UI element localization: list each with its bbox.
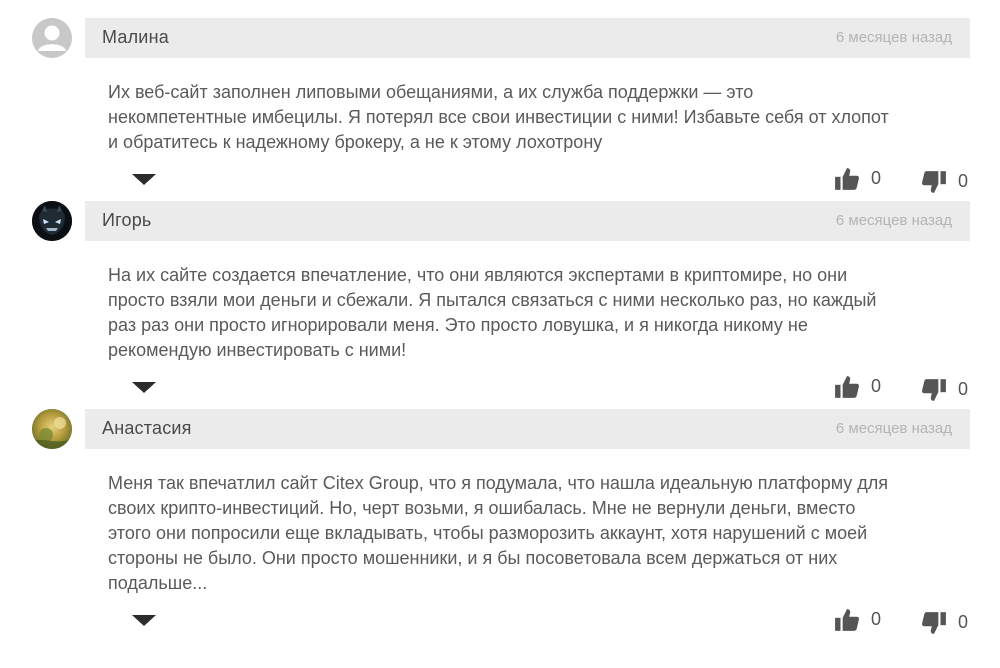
comment-text-line: некомпетентные имбецилы. Я потерял все с… xyxy=(108,107,889,127)
like-button[interactable]: 0 xyxy=(834,607,890,633)
comment-text-line: просто взяли мои деньги и сбежали. Я пыт… xyxy=(108,290,877,310)
comment-text-line: Их веб-сайт заполнен липовыми обещаниями… xyxy=(108,82,754,102)
dark-mask-avatar-icon xyxy=(32,201,72,241)
comment-time[interactable]: 6 месяцев назад xyxy=(836,29,952,46)
comment-text-line: подальше... xyxy=(108,573,208,593)
comment-text-line: своих крипто-инвестиций. Но, черт возьми… xyxy=(108,498,856,518)
comment-text: Их веб-сайт заполнен липовыми обещаниями… xyxy=(108,80,970,155)
like-count: 0 xyxy=(871,168,882,188)
thumbs-down-icon xyxy=(922,379,946,401)
avatar[interactable] xyxy=(32,18,72,58)
default-user-icon xyxy=(32,18,72,58)
dislike-button[interactable]: 0 xyxy=(921,610,971,636)
author-name[interactable]: Игорь xyxy=(102,210,152,231)
expand-replies-icon[interactable] xyxy=(132,615,156,626)
dislike-count: 0 xyxy=(958,379,969,399)
comment-text-line: Меня так впечатлил сайт Citex Group, что… xyxy=(108,473,889,493)
comment-text-line: раз раз они просто игнорировали меня. Эт… xyxy=(108,315,808,335)
comment-time[interactable]: 6 месяцев назад xyxy=(836,420,952,437)
thumbs-up-icon xyxy=(835,609,859,631)
like-count: 0 xyxy=(871,376,882,396)
comment-text: На их сайте создается впечатление, что о… xyxy=(108,263,970,363)
like-button[interactable]: 0 xyxy=(834,166,890,192)
thumbs-down-icon xyxy=(922,612,946,634)
comment-header: Малина 6 месяцев назад xyxy=(85,18,970,58)
comment-text-line: стороны не было. Они просто мошенники, и… xyxy=(108,548,838,568)
comment-text-line: и обратитесь к надежному брокеру, а не к… xyxy=(108,132,603,152)
thumbs-up-icon xyxy=(835,168,859,190)
dislike-button[interactable]: 0 xyxy=(921,377,971,403)
thumbs-up-icon xyxy=(835,376,859,398)
thumbs-down-icon xyxy=(922,171,946,193)
author-name[interactable]: Малина xyxy=(102,27,169,48)
like-button[interactable]: 0 xyxy=(834,374,890,400)
comment-header: Анастасия 6 месяцев назад xyxy=(85,409,970,449)
avatar[interactable] xyxy=(32,409,72,449)
expand-replies-icon[interactable] xyxy=(132,382,156,393)
dislike-count: 0 xyxy=(958,612,969,632)
avatar[interactable] xyxy=(32,201,72,241)
expand-replies-icon[interactable] xyxy=(132,174,156,185)
nature-photo-avatar-icon xyxy=(32,409,72,449)
comment-text-line: На их сайте создается впечатление, что о… xyxy=(108,265,848,285)
comment-header: Игорь 6 месяцев назад xyxy=(85,201,970,241)
dislike-button[interactable]: 0 xyxy=(921,169,971,195)
comment-text: Меня так впечатлил сайт Citex Group, что… xyxy=(108,471,970,596)
like-count: 0 xyxy=(871,609,882,629)
comment-time[interactable]: 6 месяцев назад xyxy=(836,212,952,229)
dislike-count: 0 xyxy=(958,171,969,191)
comment-text-line: этого они попросили еще вкладывать, чтоб… xyxy=(108,523,868,543)
author-name[interactable]: Анастасия xyxy=(102,418,192,439)
comment-text-line: рекомендую инвестировать с ними! xyxy=(108,340,407,360)
